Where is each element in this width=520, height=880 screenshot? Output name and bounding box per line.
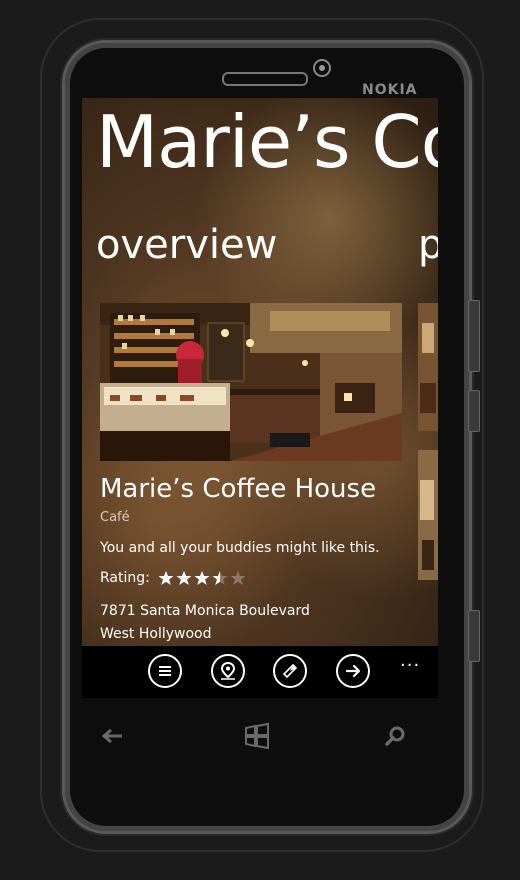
- windows-icon[interactable]: [243, 722, 271, 750]
- camera-button: [468, 610, 480, 662]
- next-pivot-thumbnail-2: [418, 450, 438, 580]
- star-icon: [212, 571, 228, 585]
- list-icon: [159, 666, 171, 676]
- application-bar: ...: [82, 646, 438, 698]
- rating-row: Rating:: [100, 570, 246, 586]
- next-pivot-thumbnail-1: [418, 303, 438, 431]
- social-tagline: You and all your buddies might like this…: [100, 540, 380, 556]
- more-menu-button[interactable]: ...: [400, 650, 420, 671]
- search-icon[interactable]: [383, 724, 407, 748]
- arrow-right-icon: [345, 664, 361, 678]
- screen: Marie’s Coffee House overview p: [82, 98, 438, 698]
- compass-icon: [282, 663, 298, 679]
- map-button[interactable]: [211, 654, 245, 688]
- star-icon: [176, 571, 192, 585]
- map-pin-icon: [220, 662, 236, 680]
- volume-button: [468, 300, 480, 372]
- place-category: Café: [100, 510, 130, 525]
- star-icon: [230, 571, 246, 585]
- place-photo[interactable]: [100, 303, 402, 461]
- pivot-item-overview[interactable]: overview: [96, 222, 277, 268]
- place-name: Marie’s Coffee House: [100, 474, 377, 504]
- power-button: [468, 390, 480, 432]
- earpiece-speaker: [222, 72, 308, 86]
- address-street[interactable]: 7871 Santa Monica Boulevard: [100, 603, 310, 619]
- rating-stars: [158, 570, 246, 586]
- star-icon: [194, 571, 210, 585]
- cafe-interior-image: [100, 303, 402, 461]
- app-title: Marie’s Coffee House: [96, 100, 438, 184]
- pivot-item-next[interactable]: p: [418, 222, 438, 268]
- back-icon[interactable]: [100, 726, 126, 746]
- go-button[interactable]: [336, 654, 370, 688]
- list-button[interactable]: [148, 654, 182, 688]
- address-city[interactable]: West Hollywood: [100, 626, 212, 642]
- rating-label: Rating:: [100, 570, 150, 586]
- brand-logo: NOKIA: [362, 82, 418, 98]
- front-camera: [313, 59, 331, 77]
- directions-button[interactable]: [273, 654, 307, 688]
- star-icon: [158, 571, 174, 585]
